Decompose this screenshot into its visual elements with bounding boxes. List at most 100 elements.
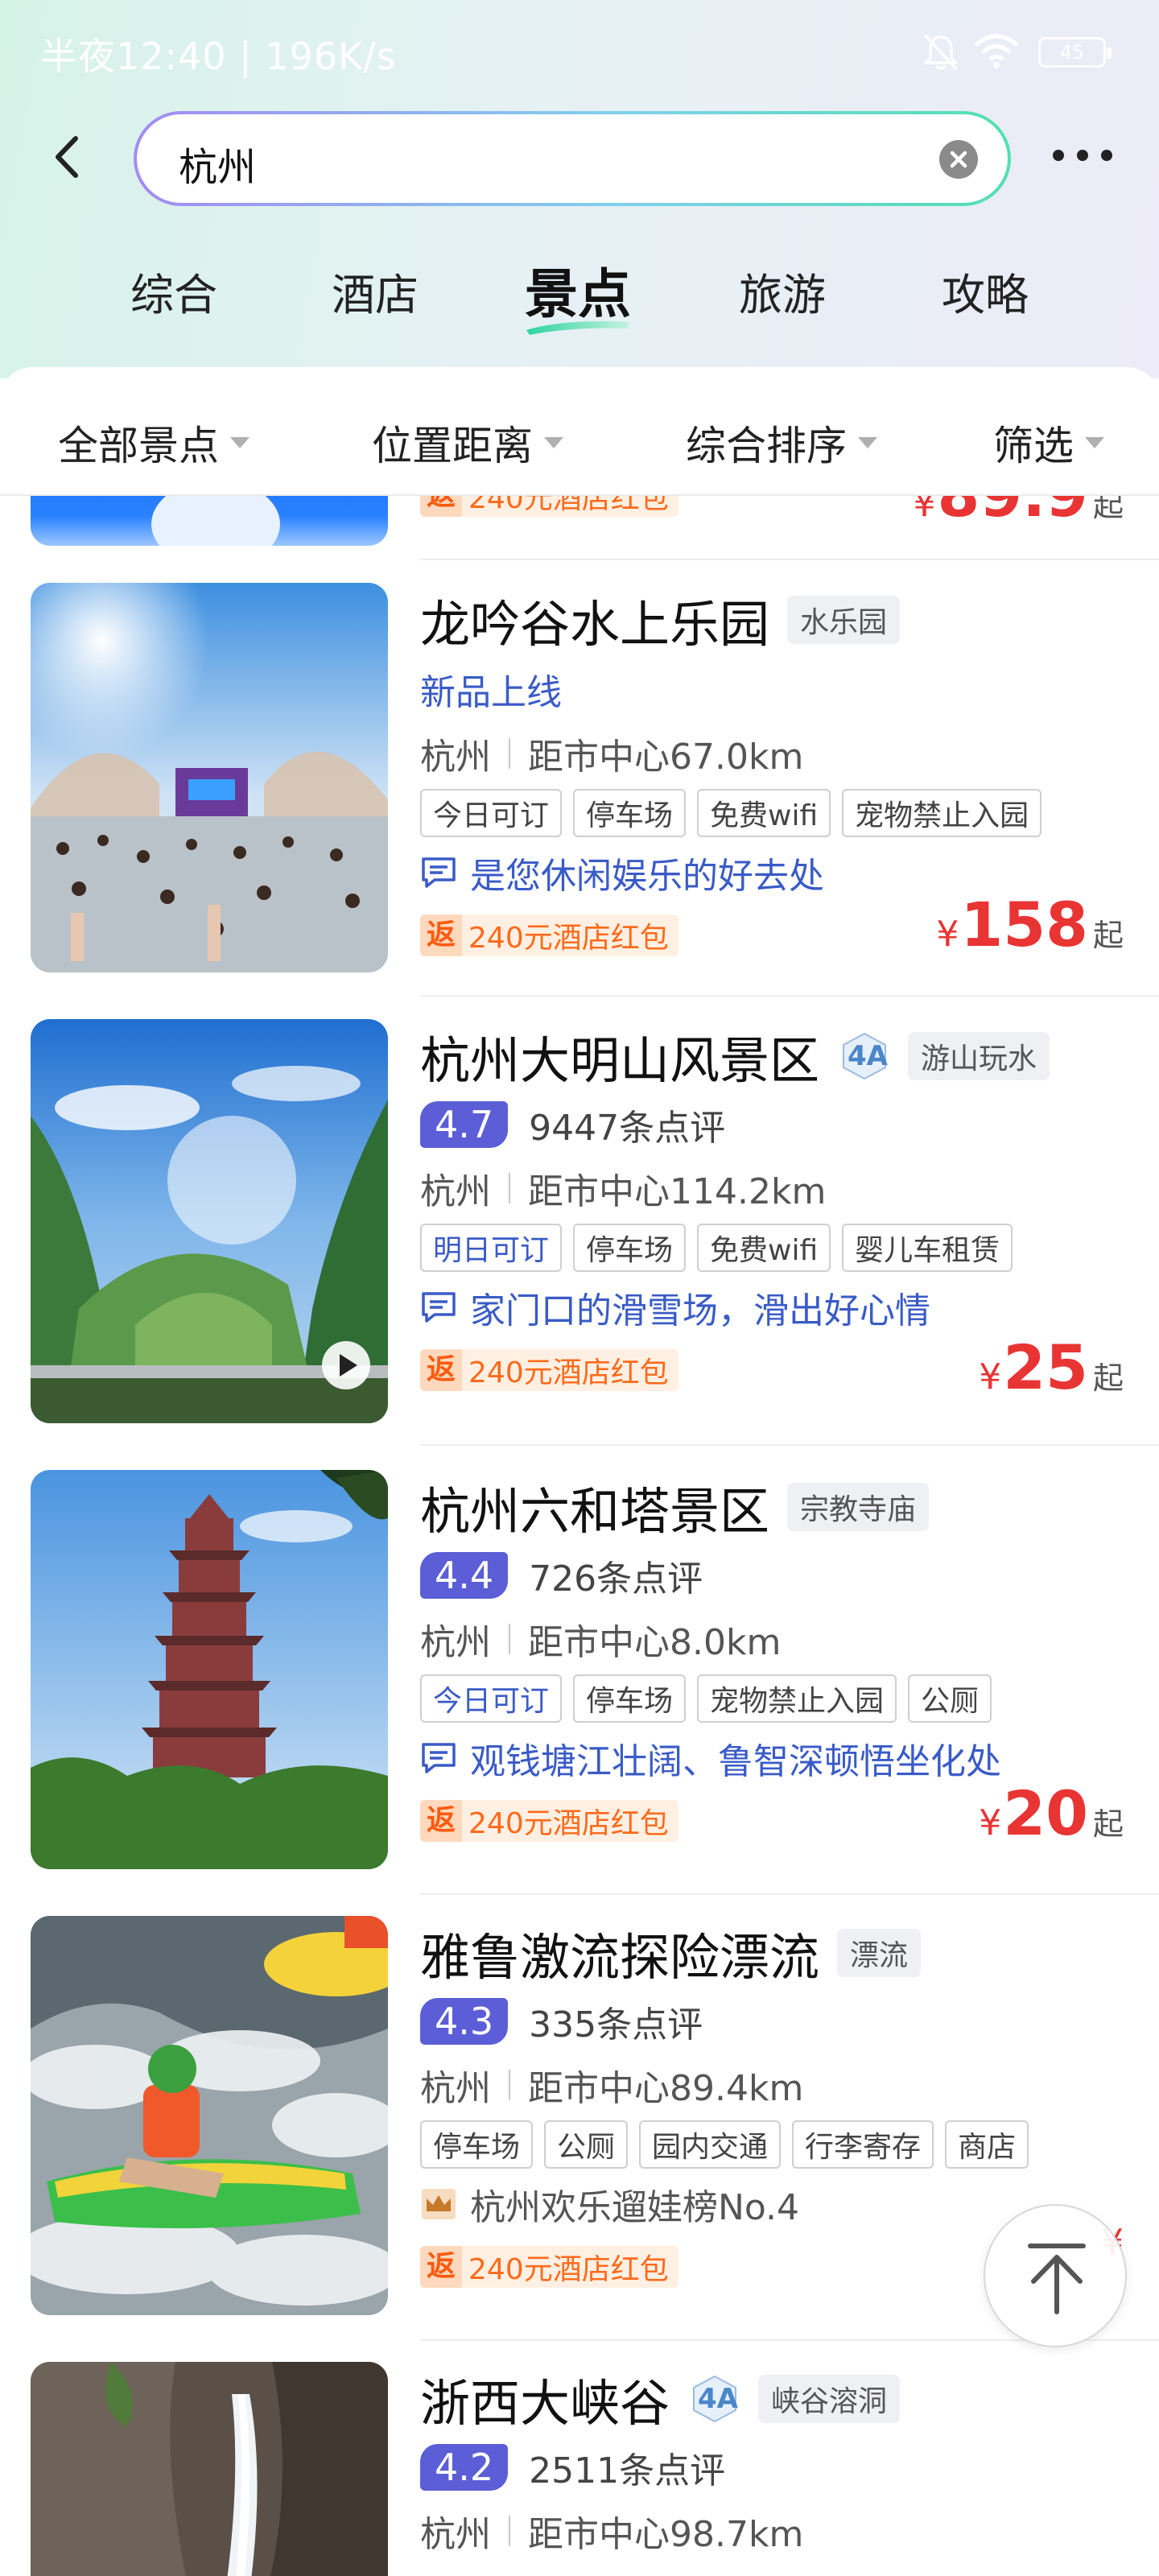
feature-tag: 今日可订 <box>420 1674 563 1723</box>
location-row: 杭州 距市中心8.0km <box>420 1607 1127 1671</box>
attraction-thumbnail <box>31 496 388 546</box>
location-row: 杭州 距市中心98.7km <box>420 2499 1127 2563</box>
feature-tag: 明日可订 <box>420 1224 563 1272</box>
rating-row: 4.2 2511条点评 <box>420 2436 1127 2499</box>
tab-comprehensive[interactable]: 综合 <box>130 259 217 323</box>
divider <box>420 559 1159 560</box>
attraction-thumbnail <box>31 2362 388 2576</box>
feature-tags: 停车场 公厕 园内交通 行李寄存 商店 <box>420 2117 1127 2172</box>
attraction-title[interactable]: 龙吟谷水上乐园 <box>420 584 769 656</box>
feature-tag: 停车场 <box>573 789 687 837</box>
more-options-icon[interactable] <box>1046 135 1119 175</box>
grade-badge: 4A <box>839 1032 890 1080</box>
city-label: 杭州 <box>420 1171 491 1212</box>
attraction-thumbnail <box>31 1470 388 1869</box>
feature-tag: 免费wifi <box>697 1224 831 1272</box>
feature-tag: 公厕 <box>908 1674 992 1723</box>
new-label: 新品上线 <box>420 672 562 713</box>
attraction-title[interactable]: 杭州六和塔景区 <box>420 1471 769 1543</box>
location-row: 杭州 距市中心114.2km <box>420 1156 1127 1220</box>
price: ¥89.9起 <box>913 496 1124 530</box>
distance-label: 距市中心98.7km <box>528 2514 804 2555</box>
review-count[interactable]: 726条点评 <box>529 1550 703 1601</box>
location-row: 杭州 距市中心67.0km <box>420 721 1127 786</box>
tab-guides[interactable]: 攻略 <box>942 259 1029 323</box>
price: ¥25 起 <box>979 1331 1124 1403</box>
battery-indicator: 45 <box>1038 37 1112 68</box>
search-box[interactable]: 杭州 <box>134 111 1011 206</box>
attraction-title[interactable]: 杭州大明山风景区 <box>420 1020 819 1092</box>
tab-tours[interactable]: 旅游 <box>739 259 826 323</box>
tab-attractions[interactable]: 景点 <box>525 251 631 328</box>
wifi-icon <box>974 34 1019 68</box>
back-to-top-button[interactable] <box>984 2204 1127 2347</box>
distance-label: 距市中心8.0km <box>528 1622 782 1663</box>
category-tag: 水乐园 <box>787 596 901 644</box>
hotel-coupon: 返240元酒店红包 <box>420 914 678 956</box>
hotel-coupon: 返240元酒店红包 <box>420 1349 678 1391</box>
feature-tag: 今日可订 <box>420 789 563 837</box>
feature-tags: 今日可订 停车场 宠物禁止入园 公厕 <box>420 1671 1127 1726</box>
arrow-up-icon <box>1028 2244 1086 2314</box>
filter-screen[interactable]: 筛选 <box>993 414 1104 472</box>
city-label: 杭州 <box>420 2068 491 2109</box>
attraction-title[interactable]: 浙西大峡谷 <box>420 2363 670 2435</box>
rating-score: 4.7 <box>420 1101 509 1148</box>
hotel-coupon: 返240元酒店红包 <box>420 2246 678 2288</box>
divider <box>420 1893 1159 1895</box>
review-count[interactable]: 2511条点评 <box>529 2442 725 2493</box>
review-count[interactable]: 9447条点评 <box>529 1099 725 1150</box>
comment-icon <box>422 857 456 888</box>
filter-all-attractions[interactable]: 全部景点 <box>58 414 250 472</box>
crown-icon <box>422 2189 456 2219</box>
filter-sort[interactable]: 综合排序 <box>686 414 877 472</box>
silent-bell-icon <box>923 34 959 71</box>
rating-score: 4.4 <box>420 1552 509 1599</box>
feature-tags: 今日可订 停车场 免费wifi 宠物禁止入园 <box>420 786 1127 840</box>
city-label: 杭州 <box>420 2514 491 2555</box>
attraction-title[interactable]: 雅鲁激流探险漂流 <box>420 1917 819 1989</box>
city-label: 杭州 <box>420 1622 491 1663</box>
distance-label: 距市中心114.2km <box>528 1171 827 1212</box>
distance-label: 距市中心89.4km <box>528 2068 804 2109</box>
comment-icon <box>422 1292 456 1323</box>
status-time-speed: 半夜12:40 | 196K/s <box>40 35 397 78</box>
feature-tag: 行李寄存 <box>792 2120 934 2169</box>
hotel-coupon: 返240元酒店红包 <box>420 496 678 517</box>
distance-label: 距市中心67.0km <box>528 737 804 778</box>
attraction-thumbnail <box>31 583 388 972</box>
city-label: 杭州 <box>420 737 491 778</box>
highlight-row: 家门口的滑雪场，滑出好心情 <box>420 1275 1127 1340</box>
search-input[interactable]: 杭州 <box>179 135 256 192</box>
rating-score: 4.3 <box>420 1998 509 2045</box>
price: ¥20 起 <box>979 1777 1124 1849</box>
category-tag: 漂流 <box>837 1929 922 1977</box>
divider <box>420 995 1159 997</box>
status-bar: 半夜12:40 | 196K/s 45 <box>0 0 1159 105</box>
highlight-text: 观钱塘江壮阔、鲁智深顿悟坐化处 <box>470 1741 1001 1782</box>
rating-row: 4.3 335条点评 <box>420 1990 1127 2053</box>
rating-row: 4.7 9447条点评 <box>420 1093 1127 1156</box>
category-tabs: 综合 酒店 景点 旅游 攻略 <box>0 250 1159 338</box>
feature-tags: 明日可订 停车场 免费wifi 婴儿车租赁 <box>420 1220 1127 1275</box>
highlight-text: 是您休闲娱乐的好去处 <box>470 856 824 897</box>
rating-row: 4.4 726条点评 <box>420 1544 1127 1607</box>
feature-tag: 停车场 <box>573 1224 687 1272</box>
review-count[interactable]: 335条点评 <box>529 1996 703 2047</box>
hotel-coupon: 返240元酒店红包 <box>420 1800 678 1842</box>
attraction-thumbnail <box>31 1019 388 1423</box>
back-arrow-icon[interactable] <box>40 129 97 185</box>
location-row: 杭州 距市中心89.4km <box>420 2053 1127 2117</box>
filter-distance[interactable]: 位置距离 <box>372 414 563 472</box>
rating-score: 4.2 <box>420 2444 509 2491</box>
feature-tag: 园内交通 <box>639 2120 782 2169</box>
tab-hotel[interactable]: 酒店 <box>332 259 419 323</box>
highlight-text: 家门口的滑雪场，滑出好心情 <box>470 1290 930 1331</box>
attraction-info: 浙西大峡谷 4A 峡谷溶洞 4.2 2511条点评 杭州 距市中心98.7km <box>420 2362 1127 2563</box>
category-tag: 宗教寺庙 <box>787 1483 930 1531</box>
category-tag: 游山玩水 <box>908 1032 1050 1080</box>
feature-tag: 停车场 <box>573 1674 687 1723</box>
clear-icon[interactable] <box>938 139 979 180</box>
divider <box>420 1444 1159 1446</box>
comment-icon <box>422 1743 456 1773</box>
